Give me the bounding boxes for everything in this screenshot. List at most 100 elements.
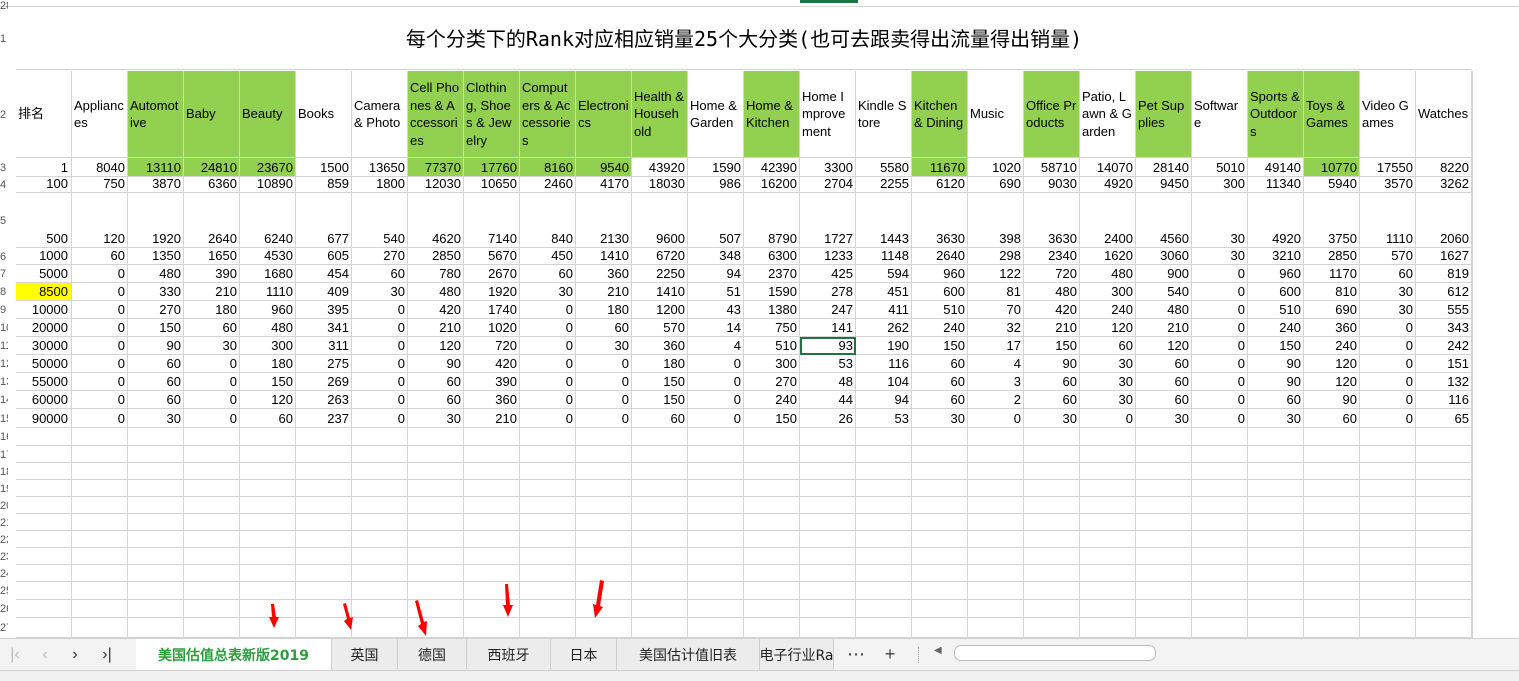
empty-cell[interactable] [1192,463,1248,480]
row-header-11[interactable]: 11 [0,340,8,352]
empty-cell[interactable] [408,463,464,480]
empty-cell[interactable] [184,497,240,514]
empty-cell[interactable] [912,463,968,480]
value-cell[interactable]: 1110 [1360,193,1416,248]
empty-cell[interactable] [1416,428,1472,446]
empty-cell[interactable] [184,618,240,638]
value-cell[interactable]: 510 [1248,301,1304,319]
value-cell[interactable]: 4 [688,337,744,355]
category-header-cell[interactable]: Appliances [72,71,128,158]
value-cell[interactable]: 360 [1304,319,1360,337]
category-header-cell[interactable]: Home & Kitchen [744,71,800,158]
value-cell[interactable]: 2255 [856,177,912,193]
empty-cell[interactable] [520,600,576,618]
empty-cell[interactable] [1248,480,1304,497]
rank-cell[interactable]: 50000 [16,355,72,373]
rank-cell[interactable]: 30000 [16,337,72,355]
empty-cell[interactable] [968,531,1024,548]
empty-cell[interactable] [1472,582,1473,600]
value-cell[interactable]: 2130 [576,193,632,248]
empty-cell[interactable] [408,618,464,638]
empty-cell[interactable] [520,514,576,531]
row-header-20[interactable]: 20 [0,500,8,512]
value-cell[interactable]: 150 [1248,337,1304,355]
empty-cell[interactable] [688,582,744,600]
value-cell[interactable]: 122 [968,265,1024,283]
value-cell[interactable]: 6360 [184,177,240,193]
empty-cell[interactable] [576,480,632,497]
empty-cell[interactable] [1416,618,1472,638]
value-cell[interactable]: 5010 [1192,158,1248,177]
empty-cell[interactable] [744,514,800,531]
empty-cell[interactable] [1472,480,1473,497]
value-cell[interactable]: 60 [576,319,632,337]
empty-cell[interactable] [688,463,744,480]
empty-cell[interactable] [408,428,464,446]
sheet-tab-active[interactable]: 美国估值总表新版2019 [136,639,332,670]
empty-cell[interactable] [856,600,912,618]
empty-cell[interactable] [632,428,688,446]
value-cell[interactable]: 819 [1416,265,1472,283]
value-cell[interactable]: 1170 [1304,265,1360,283]
category-header-cell[interactable]: Home & Garden [688,71,744,158]
empty-cell[interactable] [1136,618,1192,638]
empty-cell[interactable] [1248,463,1304,480]
value-cell[interactable]: 269 [296,373,352,391]
value-cell[interactable]: 4620 [408,193,464,248]
next-sheet-icon[interactable]: › [60,639,90,670]
value-cell[interactable]: 398 [968,193,1024,248]
empty-cell[interactable] [1416,446,1472,463]
value-cell[interactable]: 120 [1304,373,1360,391]
value-cell[interactable]: 5670 [464,248,520,265]
value-cell[interactable]: 237 [296,409,352,428]
value-cell[interactable]: 0 [1192,409,1248,428]
empty-cell[interactable] [1080,618,1136,638]
empty-cell[interactable] [464,618,520,638]
empty-cell[interactable] [1472,618,1473,638]
value-cell[interactable]: 1233 [800,248,856,265]
value-cell[interactable]: 454 [296,265,352,283]
rank-cell[interactable]: 20000 [16,319,72,337]
value-cell[interactable]: 348 [688,248,744,265]
value-cell[interactable]: 0 [184,409,240,428]
value-cell[interactable]: 480 [1024,283,1080,301]
empty-cell[interactable] [240,565,296,582]
value-cell[interactable]: 343 [1416,319,1472,337]
empty-cell[interactable] [1136,463,1192,480]
value-cell[interactable]: 18030 [632,177,688,193]
empty-cell[interactable] [1360,531,1416,548]
empty-cell[interactable] [912,428,968,446]
empty-cell[interactable] [184,582,240,600]
category-header-cell[interactable]: Toys & Games [1304,71,1360,158]
value-cell[interactable]: 510 [744,337,800,355]
value-cell[interactable]: 60 [352,265,408,283]
empty-cell[interactable] [968,548,1024,565]
empty-cell[interactable] [912,582,968,600]
value-cell[interactable]: 17 [968,337,1024,355]
empty-cell[interactable] [1024,446,1080,463]
value-cell[interactable]: 480 [128,265,184,283]
value-cell[interactable]: 450 [520,248,576,265]
empty-cell[interactable] [520,582,576,600]
value-cell[interactable]: 1680 [240,265,296,283]
category-header-cell[interactable]: Video Games [1360,71,1416,158]
empty-cell[interactable] [240,531,296,548]
empty-cell[interactable] [520,565,576,582]
empty-cell[interactable] [1304,565,1360,582]
empty-cell[interactable] [800,446,856,463]
empty-cell[interactable] [576,618,632,638]
value-cell[interactable]: 0 [72,373,128,391]
add-sheet-icon[interactable]: + [876,639,904,670]
empty-cell[interactable] [184,531,240,548]
empty-cell[interactable] [1248,548,1304,565]
value-cell[interactable]: 120 [408,337,464,355]
empty-cell[interactable] [1472,514,1473,531]
empty-cell[interactable] [240,463,296,480]
value-cell[interactable]: 60 [72,248,128,265]
empty-cell[interactable] [464,428,520,446]
empty-cell[interactable] [296,618,352,638]
row-header-6[interactable]: 6 [0,251,8,263]
category-header-cell[interactable]: Home Improvement [800,71,856,158]
empty-cell[interactable] [1024,600,1080,618]
value-cell[interactable]: 750 [72,177,128,193]
